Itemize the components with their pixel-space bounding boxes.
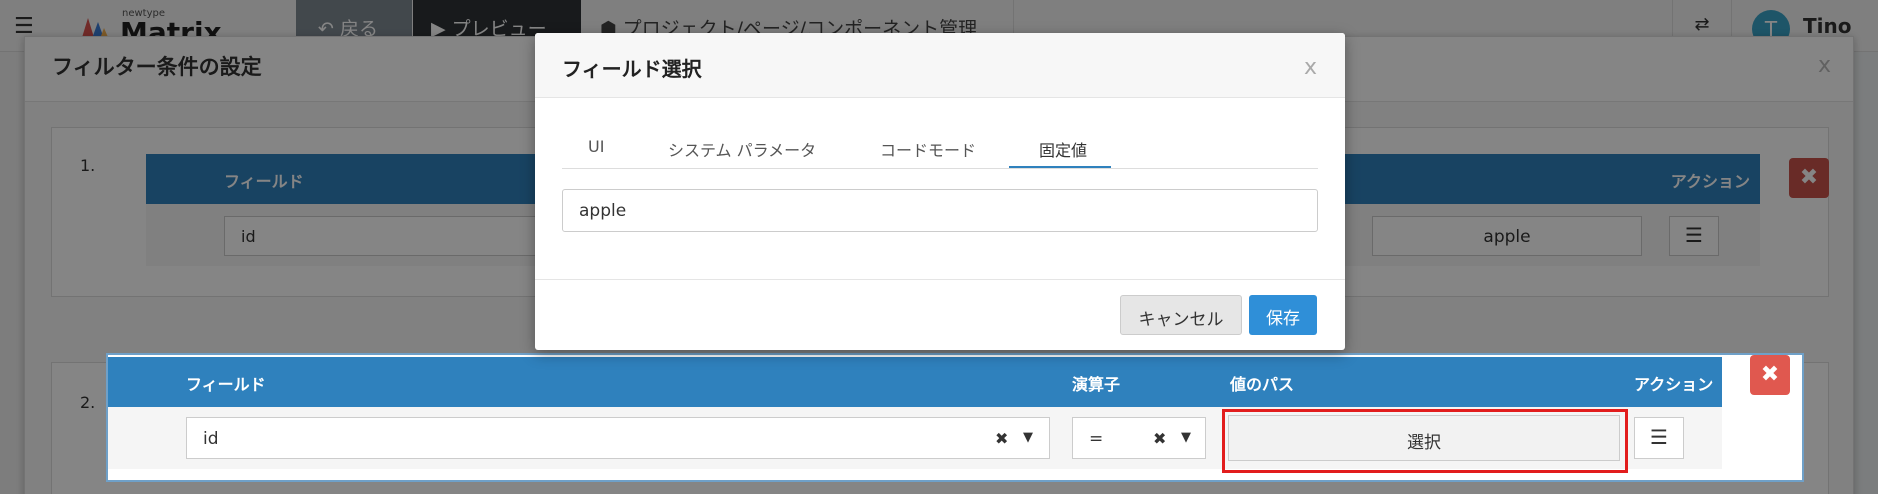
tab-bar: UI システム パラメータ コードモード 固定値 [562,133,1318,169]
delete-criterion-button[interactable]: ✖ [1750,355,1790,395]
field-select[interactable]: id ✖ ▼ [186,417,1050,459]
divider [535,279,1345,280]
tab-system-parameter[interactable]: システム パラメータ [668,137,816,161]
operator-select[interactable]: = ✖ ▼ [1072,417,1206,459]
highlighted-criterion-row: フィールド 演算子 値のパス アクション id ✖ ▼ = ✖ ▼ 選択 ☰ ✖ [106,353,1804,482]
modal-title: フィールド選択 [562,57,702,81]
field-select-modal: フィールド選択 x UI システム パラメータ コードモード 固定値 キャンセル… [535,33,1345,350]
field-select-value: id [203,429,219,449]
active-tab-indicator [1009,166,1111,168]
header-action: アクション [1634,375,1714,394]
criterion-header: フィールド 演算子 値のパス アクション [108,357,1722,407]
clear-icon[interactable]: ✖ [995,429,1008,448]
select-value-path-button[interactable]: 選択 [1228,415,1620,461]
criterion-row: id ✖ ▼ = ✖ ▼ 選択 ☰ [108,407,1722,473]
modal-close-button[interactable]: x [1304,55,1317,80]
row-menu-button[interactable]: ☰ [1634,417,1684,459]
header-operator: 演算子 [1072,375,1121,394]
clear-icon[interactable]: ✖ [1153,429,1166,448]
close-icon: ✖ [1760,362,1780,387]
operator-select-value: = [1089,429,1104,449]
fixed-value-input[interactable] [562,189,1318,232]
header-field: フィールド [186,375,266,394]
tab-ui[interactable]: UI [588,137,604,156]
chevron-down-icon[interactable]: ▼ [1023,430,1033,445]
chevron-down-icon[interactable]: ▼ [1181,430,1191,445]
header-value-path: 値のパス [1230,375,1295,394]
modal-header: フィールド選択 x [535,33,1345,98]
menu-icon: ☰ [1650,425,1668,449]
tab-code-mode[interactable]: コードモード [880,137,976,161]
tab-fixed-value[interactable]: 固定値 [1039,137,1087,161]
save-button[interactable]: 保存 [1249,295,1317,335]
cancel-button[interactable]: キャンセル [1120,295,1242,335]
